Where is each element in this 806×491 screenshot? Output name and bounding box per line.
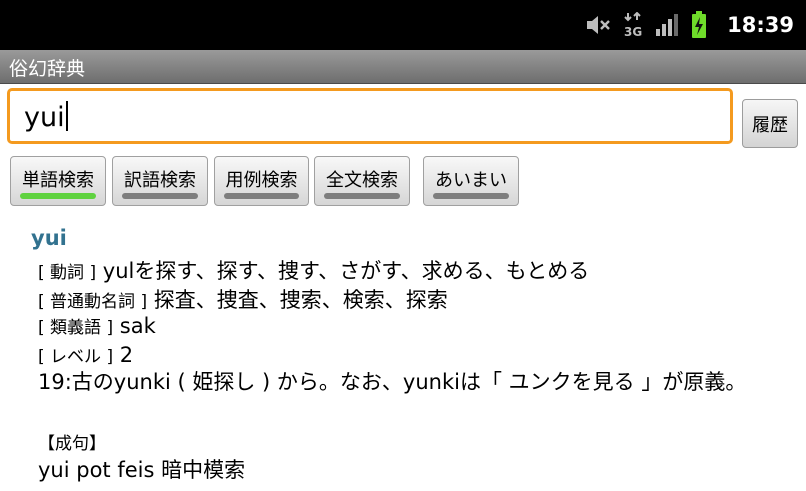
- part-of-speech-tag: [ 動詞 ]: [38, 263, 97, 283]
- entry-line-text: 2: [119, 343, 134, 367]
- mode-fuzzy-search[interactable]: あいまい: [423, 156, 519, 206]
- search-input-value: yui: [24, 101, 68, 133]
- status-time: 18:39: [727, 13, 794, 37]
- mode-label: 単語検索: [22, 170, 94, 191]
- inactive-indicator: [433, 193, 509, 199]
- entry-line: [ 動詞 ] yulを探す、探す、捜す、さがす、求める、もとめる: [38, 255, 589, 285]
- inactive-indicator: [324, 193, 400, 199]
- synonym-tag: [ 類義語 ]: [38, 318, 114, 338]
- entry-line-text: yulを探す、探す、捜す、さがす、求める、もとめる: [102, 259, 590, 283]
- active-indicator: [20, 193, 96, 199]
- mode-word-search[interactable]: 単語検索: [10, 156, 106, 206]
- mode-label: あいまい: [435, 170, 507, 191]
- entry-line-text: sak: [119, 314, 156, 338]
- entry-line-text: 探査、捜査、捜索、検索、探索: [153, 288, 448, 312]
- inactive-indicator: [224, 193, 299, 199]
- mode-fulltext-search[interactable]: 全文検索: [314, 156, 410, 206]
- entry-etymology: 19:古のyunki ( 姫探し ) から。なお、yunkiは「 ユンクを見る …: [38, 370, 747, 394]
- phrase-line: yui pot feis 暗中模索: [38, 458, 246, 482]
- entry-line: [ 類義語 ] sak: [38, 313, 156, 338]
- status-icons: 3G 18:39: [585, 0, 794, 50]
- battery-charging-icon: [691, 11, 707, 39]
- mode-example-search[interactable]: 用例検索: [214, 156, 309, 206]
- mode-label: 全文検索: [326, 170, 398, 191]
- mode-label: 訳語検索: [124, 170, 196, 191]
- level-tag: [ レベル ]: [38, 347, 114, 367]
- entry-line: [ レベル ] 2: [38, 342, 133, 367]
- mode-translation-search[interactable]: 訳語検索: [112, 156, 208, 206]
- mode-label: 用例検索: [225, 170, 298, 191]
- inactive-indicator: [122, 193, 198, 199]
- entry-line: [ 普通動名詞 ] 探査、捜査、捜索、検索、探索: [38, 284, 448, 314]
- svg-text:3G: 3G: [624, 25, 642, 38]
- search-input[interactable]: yui: [7, 88, 733, 144]
- entry-word: yui: [31, 226, 67, 250]
- mute-icon: [585, 13, 611, 37]
- signal-icon: [655, 13, 679, 37]
- app-title-bar: 俗幻辞典: [0, 50, 806, 84]
- status-bar: 3G 18:39: [0, 0, 806, 50]
- text-cursor: [65, 101, 68, 131]
- app-title: 俗幻辞典: [9, 58, 86, 80]
- history-button[interactable]: 履歴: [742, 99, 798, 148]
- part-of-speech-tag: [ 普通動名詞 ]: [38, 292, 148, 312]
- 3g-icon: 3G: [623, 12, 643, 38]
- section-heading: 【成句】: [38, 434, 106, 454]
